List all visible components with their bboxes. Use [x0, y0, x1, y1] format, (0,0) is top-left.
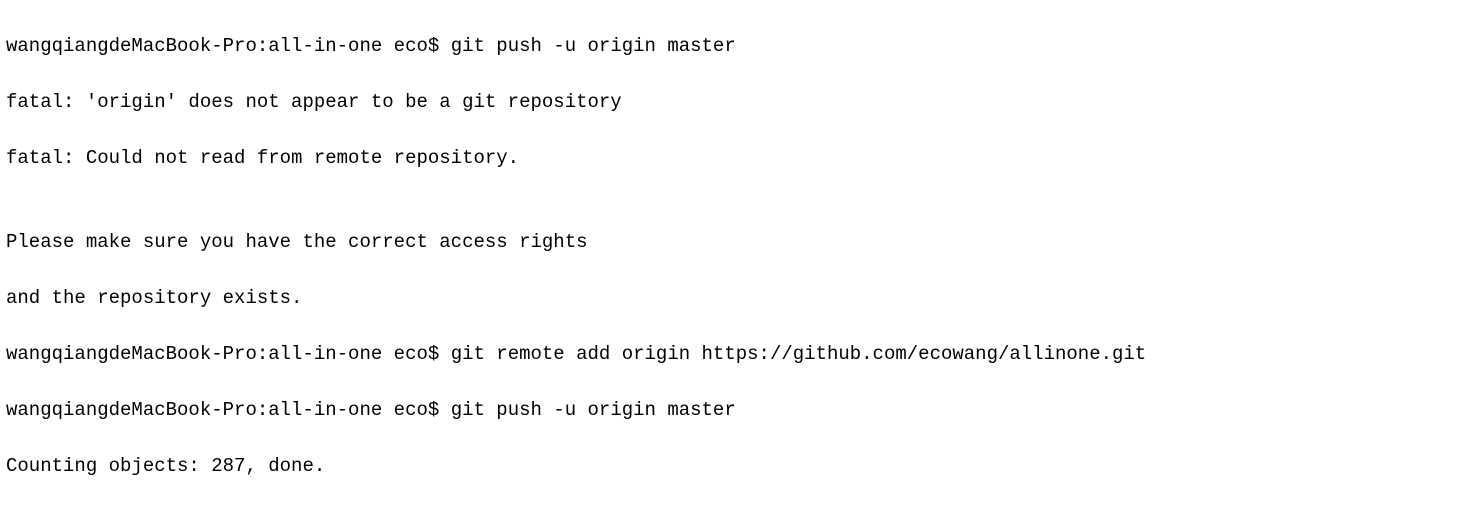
- terminal-line: Counting objects: 287, done.: [6, 452, 1454, 480]
- terminal-line: Please make sure you have the correct ac…: [6, 228, 1454, 256]
- command: git remote add origin https://github.com…: [451, 343, 1147, 365]
- terminal-line: wangqiangdeMacBook-Pro:all-in-one eco$ g…: [6, 396, 1454, 424]
- terminal-line: and the repository exists.: [6, 284, 1454, 312]
- terminal-line: wangqiangdeMacBook-Pro:all-in-one eco$ g…: [6, 32, 1454, 60]
- prompt: wangqiangdeMacBook-Pro:all-in-one eco$: [6, 35, 451, 57]
- terminal-line: fatal: 'origin' does not appear to be a …: [6, 88, 1454, 116]
- terminal-line: wangqiangdeMacBook-Pro:all-in-one eco$ g…: [6, 340, 1454, 368]
- terminal-output[interactable]: wangqiangdeMacBook-Pro:all-in-one eco$ g…: [0, 0, 1460, 510]
- command: git push -u origin master: [451, 399, 736, 421]
- prompt: wangqiangdeMacBook-Pro:all-in-one eco$: [6, 399, 451, 421]
- prompt: wangqiangdeMacBook-Pro:all-in-one eco$: [6, 343, 451, 365]
- terminal-line: fatal: Could not read from remote reposi…: [6, 144, 1454, 172]
- command: git push -u origin master: [451, 35, 736, 57]
